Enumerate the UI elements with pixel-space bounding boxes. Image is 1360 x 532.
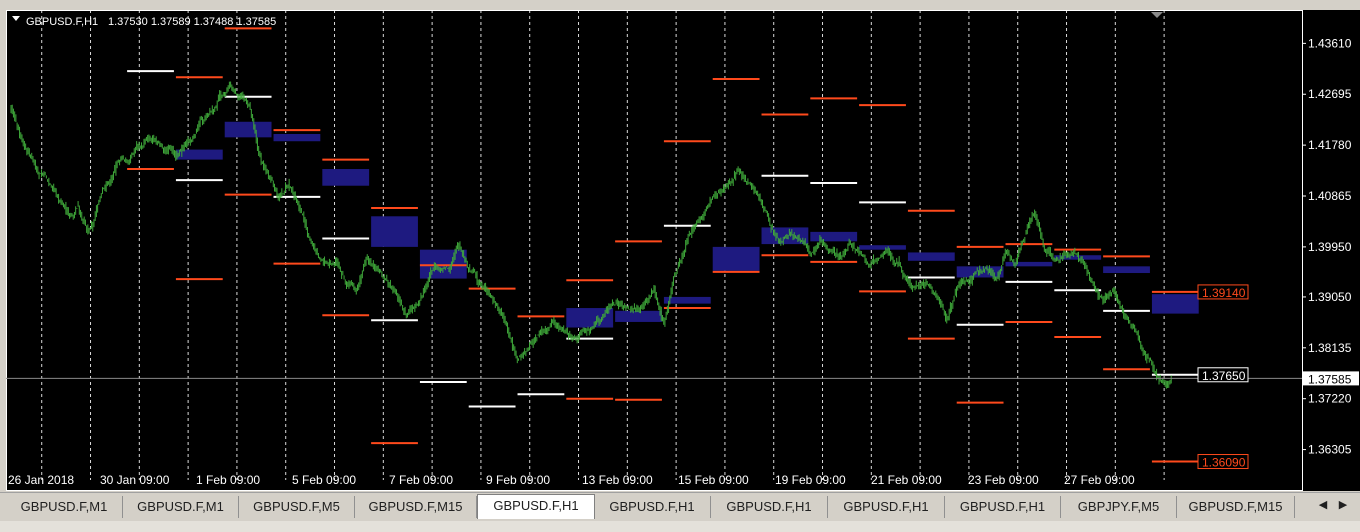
tab-scroll-left-icon[interactable]: ◀: [1316, 498, 1330, 511]
level-label: 1.36090: [1202, 456, 1246, 470]
zone-box: [419, 249, 467, 279]
zone-box: [371, 216, 418, 247]
y-tick-label: 1.41780: [1308, 138, 1352, 152]
zone-box: [907, 252, 955, 261]
tab-gbpusd-f-h1[interactable]: GBPUSD.F,H1: [945, 496, 1061, 518]
collapse-triangle-icon[interactable]: [12, 16, 20, 21]
chart-window[interactable]: 1.39140 1.37650 1.36090 1.43610 1.42695 1.417…: [6, 10, 1360, 491]
tab-scroll-right-icon[interactable]: ▶: [1336, 498, 1350, 511]
zone-box: [859, 245, 906, 250]
tab-gbpusd-f-m1[interactable]: GBPUSD.F,M1: [123, 496, 239, 518]
x-tick-label: 21 Feb 09:00: [871, 473, 942, 487]
level-label: 1.37650: [1202, 369, 1246, 383]
chart-tab-bar: GBPUSD.F,M1 GBPUSD.F,M1 GBPUSD.F,M5 GBPUSD.…: [0, 492, 1360, 532]
zone-box: [322, 169, 370, 186]
plot-border: [6, 10, 1303, 491]
tab-gbpusd-f-h1[interactable]: GBPUSD.F,H1: [477, 494, 595, 519]
zone-box: [1005, 261, 1053, 267]
zone-box: [810, 231, 858, 242]
tab-gbpusd-f-m1[interactable]: GBPUSD.F,M1: [6, 496, 123, 518]
x-tick-label: 26 Jan 2018: [8, 473, 74, 487]
y-tick-label: 1.43610: [1308, 36, 1352, 50]
tab-gbpusd-f-m5[interactable]: GBPUSD.F,M5: [239, 496, 355, 518]
horizontal-scrollbar[interactable]: [0, 521, 1360, 532]
tab-gbpjpy-f-m5[interactable]: GBPJPY.F,M5: [1061, 496, 1177, 518]
tab-gbpusd-f-h1[interactable]: GBPUSD.F,H1: [594, 496, 711, 518]
x-tick-label: 23 Feb 09:00: [968, 473, 1039, 487]
x-tick-label: 5 Feb 09:00: [292, 473, 356, 487]
chart-symbol-label: GBPUSD.F,H1: [26, 16, 98, 28]
chart-ohlc-label: 1.37530 1.37589 1.37488 1.37585: [108, 16, 276, 28]
y-tick-label: 1.39950: [1308, 240, 1352, 254]
x-tick-label: 9 Feb 09:00: [486, 473, 550, 487]
zone-box: [712, 246, 760, 271]
y-tick-label: 1.38135: [1308, 341, 1352, 355]
y-tick-label: 1.42695: [1308, 87, 1352, 101]
tab-gbpusd-f-h1[interactable]: GBPUSD.F,H1: [711, 496, 828, 518]
zone-box: [615, 310, 662, 322]
tab-gbpusd-f-m15[interactable]: GBPUSD.F,M15: [355, 496, 477, 518]
x-tick-label: 1 Feb 09:00: [196, 473, 260, 487]
x-tick-label: 30 Jan 09:00: [100, 473, 170, 487]
chart-shift-icon[interactable]: [1151, 12, 1163, 18]
y-tick-label: 1.36305: [1308, 443, 1352, 457]
y-tick-label: 1.37220: [1308, 392, 1352, 406]
zone-box: [1103, 266, 1150, 274]
y-tick-label: 1.39050: [1308, 290, 1352, 304]
x-tick-label: 15 Feb 09:00: [678, 473, 749, 487]
toolbar-strip: [0, 0, 1360, 10]
price-chart[interactable]: 1.39140 1.37650 1.36090 1.43610 1.42695 1.417…: [6, 10, 1360, 491]
y-tick-label: 1.40865: [1308, 189, 1352, 203]
zone-box: [224, 121, 272, 138]
zone-box: [1151, 294, 1199, 314]
zone-box: [273, 134, 321, 142]
level-label: 1.39140: [1202, 286, 1246, 300]
current-price-label: 1.37585: [1308, 372, 1352, 386]
x-tick-label: 27 Feb 09:00: [1064, 473, 1135, 487]
tab-gbpusd-f-h1[interactable]: GBPUSD.F,H1: [828, 496, 945, 518]
tab-gbpusd-f-m15[interactable]: GBPUSD.F,M15: [1177, 496, 1295, 518]
x-tick-label: 7 Feb 09:00: [389, 473, 453, 487]
x-tick-label: 19 Feb 09:00: [775, 473, 846, 487]
x-tick-label: 13 Feb 09:00: [582, 473, 653, 487]
